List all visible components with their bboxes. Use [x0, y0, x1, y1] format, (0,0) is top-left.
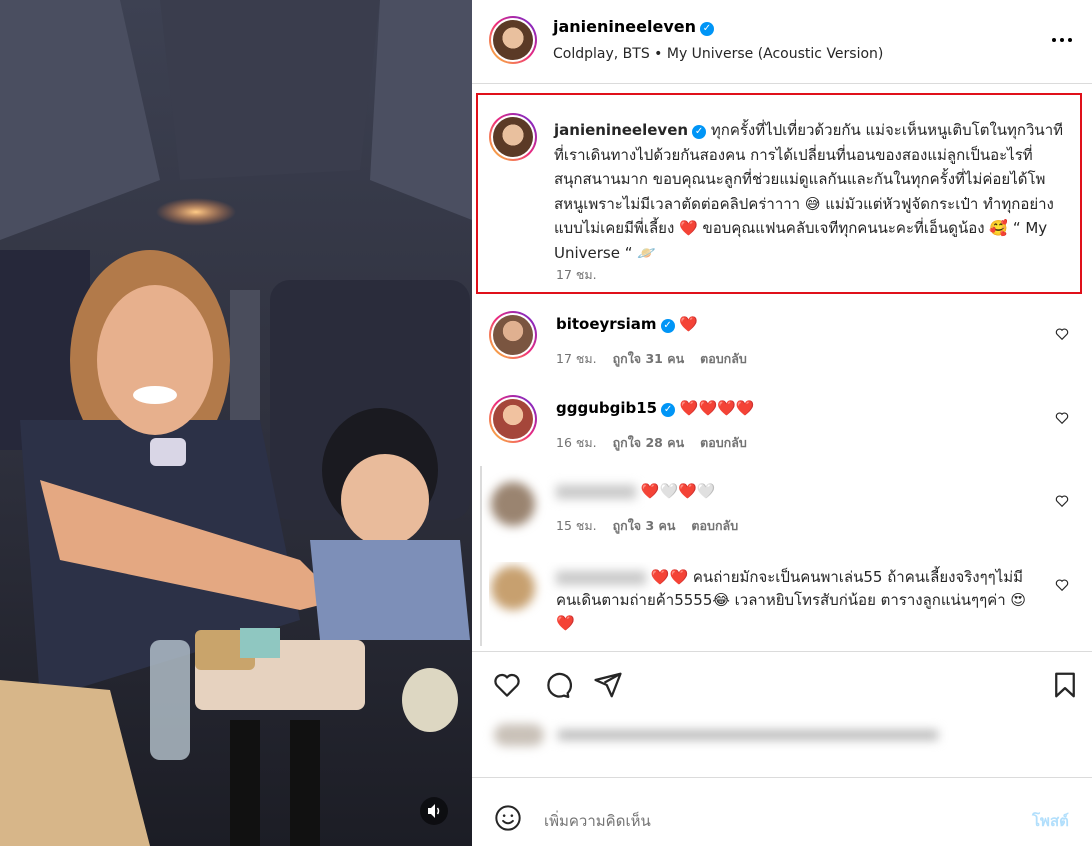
- comment-username[interactable]: bitoeyrsiam: [556, 315, 657, 333]
- comment-likes[interactable]: ถูกใจ 31 คน: [613, 351, 685, 366]
- commenter-avatar[interactable]: [489, 311, 537, 359]
- verified-icon: ✓: [692, 125, 707, 139]
- comment-input[interactable]: เพิ่มความคิดเห็น: [544, 809, 1014, 831]
- caption-avatar[interactable]: [489, 113, 537, 161]
- reply-button[interactable]: ตอบกลับ: [691, 518, 738, 533]
- comment-like-icon[interactable]: [1055, 411, 1069, 425]
- comment-time[interactable]: 17 ชม.: [556, 351, 597, 366]
- comment-like-icon[interactable]: [1055, 494, 1069, 508]
- more-horizontal-icon: [1052, 38, 1072, 42]
- speaker-icon: [428, 804, 440, 818]
- commenter-avatar[interactable]: [491, 566, 535, 610]
- author-username[interactable]: janienineeleven: [553, 17, 696, 36]
- comment-like-icon[interactable]: [1055, 578, 1069, 592]
- caption-username[interactable]: janienineeleven: [554, 121, 688, 139]
- comment-likes[interactable]: ถูกใจ 28 คน: [613, 435, 685, 450]
- comment-item: blurred_user ❤️🤍❤️🤍 15 ชม. ถูกใจ 3 คน ตอ…: [489, 478, 1089, 548]
- mute-button[interactable]: [420, 797, 448, 825]
- reply-button[interactable]: ตอบกลับ: [700, 435, 747, 450]
- caption-text: ทุกครั้งที่ไปเที่ยวด้วยกัน แม่จะเห็นหนูเ…: [554, 121, 1063, 262]
- comment-username[interactable]: blurred_user2: [556, 570, 646, 585]
- likes-summary[interactable]: [494, 722, 938, 748]
- comment-text: ❤️: [679, 315, 698, 333]
- comment-icon[interactable]: [542, 670, 572, 700]
- post-media[interactable]: [0, 0, 472, 846]
- comment-text: ❤️🤍❤️🤍: [640, 482, 716, 500]
- post-header: janienineeleven ✓ Coldplay, BTS • My Univ…: [472, 0, 1092, 84]
- comment-like-icon[interactable]: [1055, 327, 1069, 341]
- verified-icon: ✓: [660, 319, 675, 333]
- bookmark-icon[interactable]: [1050, 670, 1080, 700]
- author-info: janienineeleven ✓: [553, 17, 714, 36]
- caption-time[interactable]: 17 ชม.: [556, 265, 597, 285]
- comment-username[interactable]: blurred_user: [556, 484, 636, 499]
- media-photo: [0, 0, 472, 846]
- comment-likes[interactable]: ถูกใจ 3 คน: [613, 518, 676, 533]
- commenter-avatar[interactable]: [491, 482, 535, 526]
- verified-icon: ✓: [661, 403, 676, 417]
- audio-label[interactable]: Coldplay, BTS • My Universe (Acoustic Ve…: [553, 46, 883, 62]
- emoji-icon[interactable]: [494, 804, 522, 832]
- thread-line: [480, 466, 482, 646]
- comment-item: bitoeyrsiam ✓ ❤️ 17 ชม. ถูกใจ 31 คน ตอบกล…: [489, 311, 1089, 381]
- comment-username[interactable]: gggubgib15: [556, 399, 657, 417]
- action-bar: เพิ่มความคิดเห็น โพสต์: [472, 651, 1092, 842]
- reply-button[interactable]: ตอบกลับ: [700, 351, 747, 366]
- likes-divider: [472, 777, 1092, 778]
- commenter-avatar[interactable]: [489, 395, 537, 443]
- send-icon[interactable]: [593, 670, 623, 700]
- verified-icon: ✓: [699, 22, 714, 36]
- comment-text: ❤️❤️❤️❤️: [679, 399, 755, 417]
- author-avatar[interactable]: [489, 16, 537, 64]
- post-comment-button[interactable]: โพสต์: [1032, 809, 1069, 833]
- post-detail-panel: janienineeleven ✓ Coldplay, BTS • My Univ…: [472, 0, 1092, 846]
- comment-item: gggubgib15 ✓ ❤️❤️❤️❤️ 16 ชม. ถูกใจ 28 คน …: [489, 395, 1089, 465]
- comment-time[interactable]: 15 ชม.: [556, 518, 597, 533]
- heart-outline-icon[interactable]: [492, 670, 522, 700]
- more-options-button[interactable]: [1050, 30, 1074, 50]
- comment-item: blurred_user2 ❤️❤️ คนถ่ายมักจะเป็นคนพาเล…: [489, 562, 1089, 650]
- comment-time[interactable]: 16 ชม.: [556, 435, 597, 450]
